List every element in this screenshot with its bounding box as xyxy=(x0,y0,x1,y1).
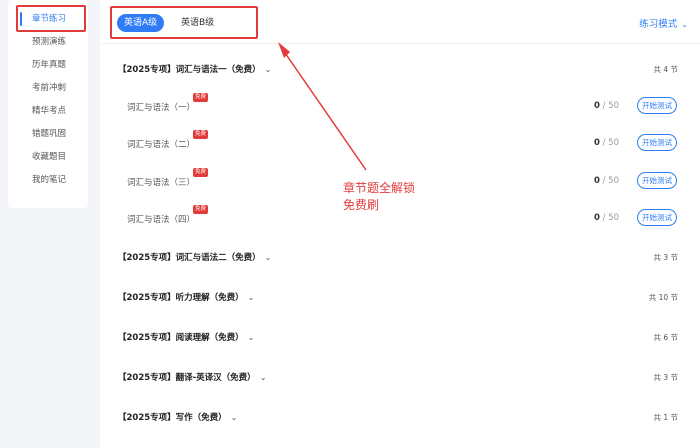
annotation-line-2: 免费刷 xyxy=(343,198,380,212)
main-panel: 英语A级 英语B级 练习模式 ⌄ 【2025专项】词汇与语法一（免费） ⌄ 共 4 … xyxy=(100,0,700,448)
annotation-text: 章节题全解锁 免费刷 xyxy=(343,180,415,214)
sidebar-item-wrong-questions[interactable]: 错题巩固 xyxy=(8,124,88,144)
tab-english-b[interactable]: 英语B级 xyxy=(174,14,221,32)
chevron-down-icon: ⌄ xyxy=(247,333,255,342)
item-progress: 0 / 50 xyxy=(593,101,619,111)
chevron-down-icon: ⌄ xyxy=(264,65,272,74)
item-progress: 0 / 50 xyxy=(593,138,619,148)
chevron-down-icon: ⌄ xyxy=(247,293,255,302)
level-highlight-box: 英语A级 英语B级 xyxy=(110,6,258,39)
sidebar-item-mock-drill[interactable]: 预测演练 xyxy=(8,32,88,52)
section-count: 共 6 节 xyxy=(653,333,678,342)
start-test-button[interactable]: 开始测试 xyxy=(637,97,677,114)
free-badge: 免费 xyxy=(193,205,209,214)
section-header[interactable]: 【2025专项】词汇与语法二（免费） ⌄ 共 3 节 xyxy=(118,250,688,266)
free-badge: 免费 xyxy=(193,168,209,177)
sidebar-item-key-points[interactable]: 精华考点 xyxy=(8,101,88,121)
list-item: 词汇与语法（二） 免费 0 / 50 开始测试 xyxy=(127,130,687,156)
section-count: 共 3 节 xyxy=(653,253,678,262)
item-name: 词汇与语法（四） xyxy=(127,215,196,225)
item-progress: 0 / 50 xyxy=(593,213,619,223)
mode-label: 练习模式 xyxy=(639,19,678,30)
item-name: 词汇与语法（一） xyxy=(127,103,196,113)
sidebar-nav: 章节练习 预测演练 历年真题 考前冲刺 精华考点 错题巩固 收藏题目 我的笔记 xyxy=(8,0,88,208)
section-header[interactable]: 【2025专项】阅读理解（免费） ⌄ 共 6 节 xyxy=(118,330,688,346)
section-header[interactable]: 【2025专项】听力理解（免费） ⌄ 共 10 节 xyxy=(118,290,688,306)
item-name: 词汇与语法（三） xyxy=(127,178,196,188)
section-title: 【2025专项】词汇与语法二（免费） xyxy=(118,253,261,263)
start-test-button[interactable]: 开始测试 xyxy=(637,209,677,226)
sidebar-item-final-sprint[interactable]: 考前冲刺 xyxy=(8,78,88,98)
section-title: 【2025专项】阅读理解（免费） xyxy=(118,333,244,343)
section-count: 共 10 节 xyxy=(648,293,678,302)
mode-dropdown[interactable]: 练习模式 ⌄ xyxy=(639,16,688,30)
section-header[interactable]: 【2025专项】翻译-英译汉（免费） ⌄ 共 3 节 xyxy=(118,370,688,386)
section-count: 共 4 节 xyxy=(653,65,678,74)
tab-english-a[interactable]: 英语A级 xyxy=(117,14,165,32)
section-title: 【2025专项】写作（免费） xyxy=(118,413,227,423)
sidebar-item-chapter-practice[interactable]: 章节练习 xyxy=(8,9,88,29)
chevron-down-icon: ⌄ xyxy=(230,413,238,422)
item-progress: 0 / 50 xyxy=(593,176,619,186)
section-header[interactable]: 【2025专项】词汇与语法一（免费） ⌄ 共 4 节 xyxy=(118,62,688,78)
section-title: 【2025专项】听力理解（免费） xyxy=(118,293,244,303)
chevron-down-icon: ⌄ xyxy=(259,373,267,382)
start-test-button[interactable]: 开始测试 xyxy=(637,134,677,151)
sidebar-item-notes[interactable]: 我的笔记 xyxy=(8,170,88,190)
section-title: 【2025专项】词汇与语法一（免费） xyxy=(118,65,261,75)
free-badge: 免费 xyxy=(193,93,209,102)
section-count: 共 3 节 xyxy=(653,373,678,382)
item-name: 词汇与语法（二） xyxy=(127,140,196,150)
chevron-down-icon: ⌄ xyxy=(264,253,272,262)
chevron-down-icon: ⌄ xyxy=(681,20,688,29)
list-item: 词汇与语法（一） 免费 0 / 50 开始测试 xyxy=(127,93,687,119)
section-header[interactable]: 【2025专项】写作（免费） ⌄ 共 1 节 xyxy=(118,410,688,426)
level-bar: 英语A级 英语B级 练习模式 ⌄ xyxy=(100,0,700,44)
section-title: 【2025专项】翻译-英译汉（免费） xyxy=(118,373,256,383)
start-test-button[interactable]: 开始测试 xyxy=(637,172,677,189)
annotation-line-1: 章节题全解锁 xyxy=(343,181,416,195)
sidebar-item-past-exams[interactable]: 历年真题 xyxy=(8,55,88,75)
sidebar-item-favorites[interactable]: 收藏题目 xyxy=(8,147,88,167)
free-badge: 免费 xyxy=(193,130,209,139)
section-count: 共 1 节 xyxy=(653,413,678,422)
